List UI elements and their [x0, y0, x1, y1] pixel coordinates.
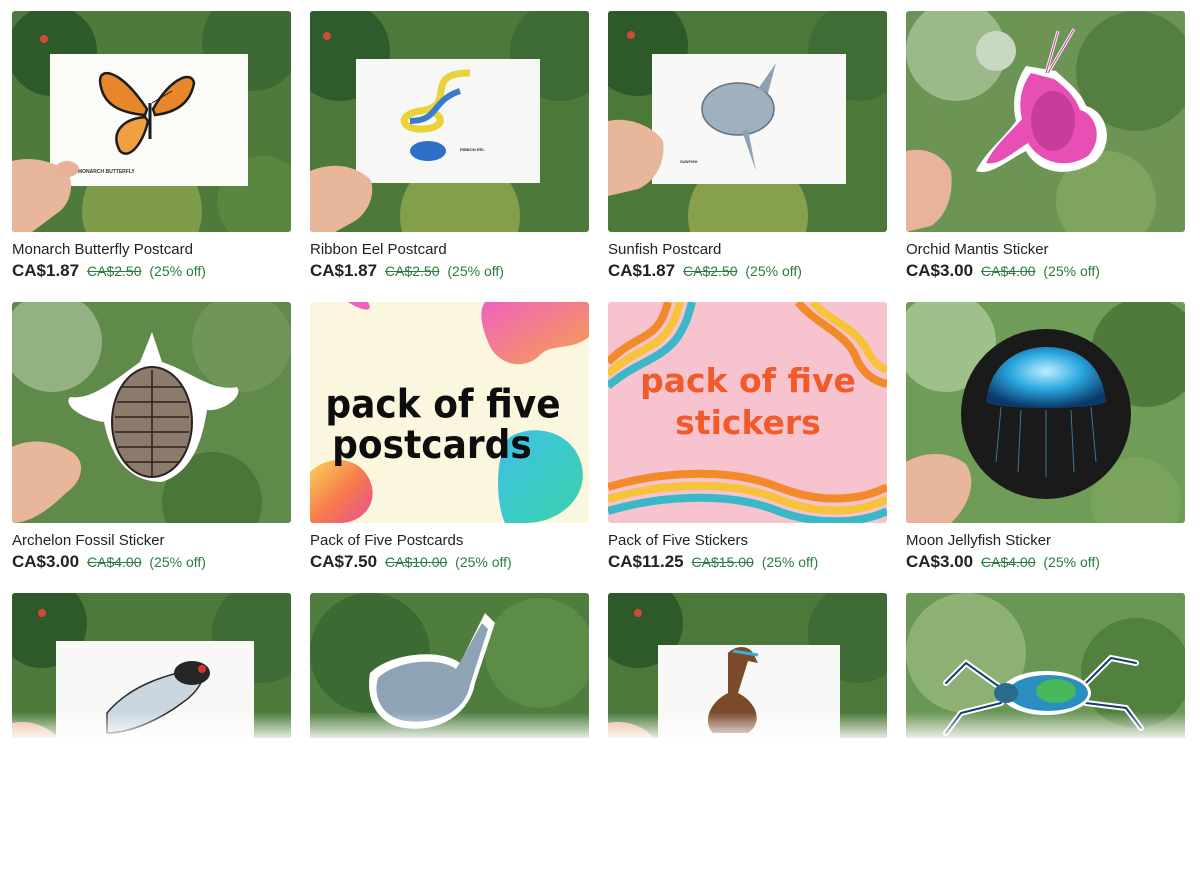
- listing-image[interactable]: [906, 11, 1185, 232]
- price-row: CA$3.00 CA$4.00 (25% off): [906, 552, 1185, 572]
- listing-card[interactable]: Archelon Fossil Sticker CA$3.00 CA$4.00 …: [12, 302, 291, 593]
- original-price: CA$2.50: [683, 263, 738, 279]
- listing-title[interactable]: Ribbon Eel Postcard: [310, 241, 589, 259]
- sunfish-sticker-photo: [310, 593, 589, 738]
- monarch-postcard-photo: MONARCH BUTTERFLY: [12, 11, 291, 232]
- graphic-text-line-1: pack of five: [325, 381, 560, 427]
- discount-label: (25% off): [1043, 263, 1100, 279]
- price-row: CA$7.50 CA$10.00 (25% off): [310, 552, 589, 572]
- listing-image[interactable]: [12, 593, 291, 738]
- cicada-postcard-photo: [12, 593, 291, 738]
- orchid-mantis-sticker-photo: [906, 11, 1185, 232]
- discount-label: (25% off): [455, 554, 512, 570]
- listing-card[interactable]: pack of five stickers Pack of Five Stick…: [608, 302, 887, 593]
- graphic-text-line-2: postcards: [332, 422, 532, 468]
- discount-label: (25% off): [149, 554, 206, 570]
- sale-price: CA$1.87: [310, 261, 378, 280]
- beetle-sticker-photo: [906, 593, 1185, 738]
- discount-label: (25% off): [761, 554, 819, 570]
- listing-title[interactable]: Archelon Fossil Sticker: [12, 532, 291, 550]
- listing-image[interactable]: pack of five stickers: [608, 302, 887, 523]
- bird-postcard-photo: [608, 593, 887, 738]
- archelon-fossil-sticker-photo: [12, 302, 291, 523]
- graphic-text-line-2: stickers: [675, 403, 821, 442]
- ribbon-eel-postcard-photo: RIBBON EEL: [310, 11, 589, 232]
- listing-title[interactable]: Pack of Five Postcards: [310, 532, 589, 550]
- listing-image[interactable]: SUNFISH: [608, 11, 887, 232]
- price-row: CA$3.00 CA$4.00 (25% off): [12, 552, 291, 572]
- pack-of-five-postcards-graphic: pack of five postcards: [310, 302, 589, 523]
- sale-price: CA$3.00: [906, 261, 974, 280]
- original-price: CA$4.00: [981, 263, 1036, 279]
- listing-image[interactable]: [12, 302, 291, 523]
- discount-label: (25% off): [149, 263, 206, 279]
- listing-title[interactable]: Pack of Five Stickers: [608, 532, 887, 550]
- original-price: CA$10.00: [385, 554, 448, 570]
- listing-card[interactable]: [12, 593, 291, 884]
- sale-price: CA$1.87: [608, 261, 676, 280]
- listing-card[interactable]: [906, 593, 1185, 884]
- listing-card[interactable]: Moon Jellyfish Sticker CA$3.00 CA$4.00 (…: [906, 302, 1185, 593]
- listing-card[interactable]: pack of five postcards Pack of Five Post…: [310, 302, 589, 593]
- listing-title[interactable]: Sunfish Postcard: [608, 241, 887, 259]
- graphic-text-line-1: pack of five: [640, 361, 856, 400]
- sale-price: CA$11.25: [608, 552, 684, 571]
- sunfish-postcard-photo: SUNFISH: [608, 11, 887, 232]
- sale-price: CA$7.50: [310, 552, 378, 571]
- pack-of-five-stickers-graphic: pack of five stickers: [608, 302, 887, 523]
- listing-card[interactable]: [608, 593, 887, 884]
- listing-title[interactable]: Orchid Mantis Sticker: [906, 241, 1185, 259]
- discount-label: (25% off): [1043, 554, 1100, 570]
- sale-price: CA$1.87: [12, 261, 80, 280]
- listing-title[interactable]: Moon Jellyfish Sticker: [906, 532, 1185, 550]
- original-price: CA$15.00: [691, 554, 754, 570]
- listing-title[interactable]: Monarch Butterfly Postcard: [12, 241, 291, 259]
- discount-label: (25% off): [745, 263, 802, 279]
- postcard-label: SUNFISH: [680, 159, 698, 164]
- sale-price: CA$3.00: [12, 552, 80, 571]
- listing-image[interactable]: pack of five postcards: [310, 302, 589, 523]
- price-row: CA$1.87 CA$2.50 (25% off): [608, 261, 887, 281]
- price-row: CA$3.00 CA$4.00 (25% off): [906, 261, 1185, 281]
- price-row: CA$1.87 CA$2.50 (25% off): [12, 261, 291, 281]
- listing-image[interactable]: MONARCH BUTTERFLY: [12, 11, 291, 232]
- listing-card[interactable]: Orchid Mantis Sticker CA$3.00 CA$4.00 (2…: [906, 11, 1185, 302]
- price-row: CA$1.87 CA$2.50 (25% off): [310, 261, 589, 281]
- price-row: CA$11.25 CA$15.00 (25% off): [608, 552, 887, 572]
- listing-card[interactable]: [310, 593, 589, 884]
- listing-card[interactable]: SUNFISH Sunfish Postcard CA$1.87 CA$2.50…: [608, 11, 887, 302]
- discount-label: (25% off): [447, 263, 504, 279]
- listing-image[interactable]: [906, 593, 1185, 738]
- original-price: CA$2.50: [87, 263, 142, 279]
- postcard-label: RIBBON EEL: [460, 147, 485, 152]
- listing-grid: MONARCH BUTTERFLY Monarch Butterfly Post…: [12, 11, 1185, 884]
- listing-card[interactable]: RIBBON EEL Ribbon Eel Postcard CA$1.87 C…: [310, 11, 589, 302]
- original-price: CA$2.50: [385, 263, 440, 279]
- listing-image[interactable]: [310, 593, 589, 738]
- moon-jellyfish-sticker-photo: [906, 302, 1185, 523]
- listing-card[interactable]: MONARCH BUTTERFLY Monarch Butterfly Post…: [12, 11, 291, 302]
- original-price: CA$4.00: [87, 554, 142, 570]
- sale-price: CA$3.00: [906, 552, 974, 571]
- original-price: CA$4.00: [981, 554, 1036, 570]
- postcard-label: MONARCH BUTTERFLY: [78, 169, 135, 175]
- listing-image[interactable]: RIBBON EEL: [310, 11, 589, 232]
- listing-image[interactable]: [906, 302, 1185, 523]
- listing-image[interactable]: [608, 593, 887, 738]
